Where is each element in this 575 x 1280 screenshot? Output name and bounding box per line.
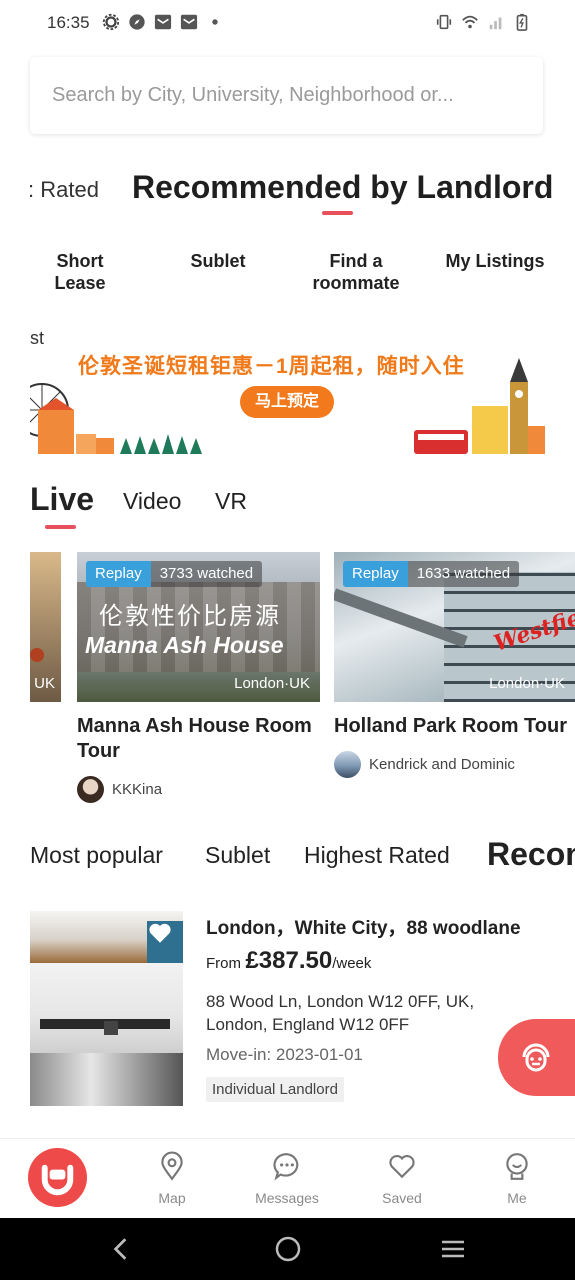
quick-link-find-roommate[interactable]: Find a roommate bbox=[306, 250, 406, 294]
tab-vr[interactable]: VR bbox=[215, 488, 247, 515]
active-tab-indicator bbox=[322, 211, 353, 215]
live-card-title[interactable]: Manna Ash House Room Tour bbox=[77, 714, 320, 764]
nav-me-label: Me bbox=[507, 1190, 527, 1206]
live-card-author[interactable]: Kendrick and Dominic bbox=[334, 751, 575, 778]
uhomes-logo-icon bbox=[41, 1164, 74, 1196]
live-card-partial[interactable]: UK bbox=[30, 552, 61, 702]
heart-icon[interactable] bbox=[147, 920, 173, 946]
listing-address: 88 Wood Ln, London W12 0FF, UK, London, … bbox=[206, 992, 475, 1034]
quick-link-my-listings[interactable]: My Listings bbox=[440, 250, 550, 272]
system-navigation-bar bbox=[0, 1218, 575, 1280]
support-agent-icon bbox=[522, 1043, 550, 1072]
price-unit: /week bbox=[332, 955, 372, 972]
live-card-location: UK bbox=[34, 675, 55, 692]
listing-move-in: Move-in: 2023-01-01 bbox=[206, 1045, 363, 1064]
quick-link-short-lease[interactable]: Short Lease bbox=[40, 250, 120, 294]
london-skyline-illustration bbox=[30, 358, 545, 454]
tab-highest-rated[interactable]: Highest Rated bbox=[304, 842, 450, 869]
thumbnail-overlay-cn: 伦敦性价比房源 bbox=[99, 603, 281, 630]
category-tabs: : Rated Recommended by Landlord bbox=[0, 165, 575, 225]
listing-photo[interactable] bbox=[30, 911, 183, 1106]
nav-map-label: Map bbox=[158, 1190, 186, 1206]
nav-me[interactable]: Me bbox=[477, 1151, 557, 1206]
recents-menu-icon[interactable] bbox=[439, 1235, 467, 1263]
live-card-location: London·UK bbox=[234, 675, 310, 692]
tab-video[interactable]: Video bbox=[123, 488, 181, 515]
search-bar[interactable]: Search by City, University, Neighborhood… bbox=[30, 57, 543, 134]
live-tab-indicator bbox=[45, 525, 76, 529]
nav-map[interactable]: Map bbox=[132, 1151, 212, 1206]
mail-icon bbox=[180, 14, 198, 30]
customer-support-button[interactable] bbox=[498, 1019, 575, 1096]
listing-card[interactable]: London，White City，88 woodlane From £387.… bbox=[30, 911, 570, 1111]
replay-badge: Replay 3733 watched bbox=[86, 561, 263, 587]
tab-most-popular[interactable]: Most popular bbox=[30, 842, 163, 869]
listing-price: From £387.50/week bbox=[206, 947, 371, 975]
nav-saved-label: Saved bbox=[382, 1190, 422, 1206]
status-bar: 16:35 bbox=[0, 0, 575, 48]
map-pin-icon bbox=[161, 1151, 183, 1181]
lamp-icon bbox=[30, 648, 44, 662]
wifi-icon bbox=[462, 15, 478, 29]
promo-banner[interactable]: st 伦敦圣诞短租钜惠－1周起租，随时入住 马上预定 bbox=[30, 322, 545, 457]
live-card-thumbnail[interactable]: Replay 1633 watched Westfield London·UK bbox=[334, 552, 575, 702]
bottom-navigation: Map Messages Saved Me bbox=[0, 1138, 575, 1218]
listing-title[interactable]: London，White City，88 woodlane bbox=[206, 913, 521, 940]
watched-count: 3733 watched bbox=[150, 561, 263, 587]
vibrate-icon bbox=[436, 14, 452, 30]
chat-bubble-icon bbox=[273, 1153, 299, 1181]
compass-icon bbox=[129, 14, 145, 30]
tab-recommended[interactable]: Recom bbox=[487, 836, 575, 873]
uhomes-logo-button[interactable] bbox=[28, 1148, 87, 1207]
live-card-thumbnail[interactable]: Replay 3733 watched 伦敦性价比房源 Manna Ash Ho… bbox=[77, 552, 320, 702]
replay-badge: Replay 1633 watched bbox=[343, 561, 520, 587]
author-name: KKKina bbox=[112, 781, 163, 798]
nav-messages-label: Messages bbox=[255, 1190, 319, 1206]
landlord-tag: Individual Landlord bbox=[206, 1077, 344, 1102]
avatar bbox=[334, 751, 361, 778]
price-amount: £387.50 bbox=[245, 947, 333, 974]
nav-messages[interactable]: Messages bbox=[247, 1151, 327, 1206]
tab-live[interactable]: Live bbox=[30, 481, 94, 518]
tab-highest-rated[interactable]: : Rated bbox=[28, 177, 99, 203]
signal-icon bbox=[489, 17, 502, 30]
price-from-label: From bbox=[206, 955, 241, 972]
live-card[interactable]: Replay 1633 watched Westfield London·UK … bbox=[334, 552, 575, 778]
live-card-title[interactable]: Holland Park Room Tour bbox=[334, 714, 575, 739]
status-time: 16:35 bbox=[47, 13, 90, 32]
watched-count: 1633 watched bbox=[407, 561, 520, 587]
live-card[interactable]: Replay 3733 watched 伦敦性价比房源 Manna Ash Ho… bbox=[77, 552, 320, 803]
profile-icon bbox=[506, 1153, 528, 1180]
thumbnail-overlay-en: Manna Ash House bbox=[85, 632, 284, 658]
heart-outline-icon bbox=[389, 1154, 415, 1179]
tab-recommended-by-landlord[interactable]: Recommended by Landlord bbox=[132, 169, 553, 206]
battery-icon bbox=[516, 13, 528, 31]
settings-icon bbox=[102, 13, 120, 31]
quick-link-sublet[interactable]: Sublet bbox=[178, 250, 258, 272]
mail-icon bbox=[154, 14, 172, 30]
listing-tabs: Most popular Sublet Highest Rated Recom bbox=[0, 836, 575, 876]
author-name: Kendrick and Dominic bbox=[369, 756, 515, 773]
dot-icon bbox=[212, 19, 218, 25]
home-icon[interactable] bbox=[274, 1235, 302, 1263]
search-placeholder[interactable]: Search by City, University, Neighborhood… bbox=[52, 84, 454, 107]
live-card-author[interactable]: KKKina bbox=[77, 776, 320, 803]
avatar bbox=[77, 776, 104, 803]
nav-saved[interactable]: Saved bbox=[362, 1151, 442, 1206]
back-icon[interactable] bbox=[108, 1236, 134, 1262]
live-card-location: London·UK bbox=[489, 675, 565, 692]
tab-sublet[interactable]: Sublet bbox=[205, 842, 270, 869]
